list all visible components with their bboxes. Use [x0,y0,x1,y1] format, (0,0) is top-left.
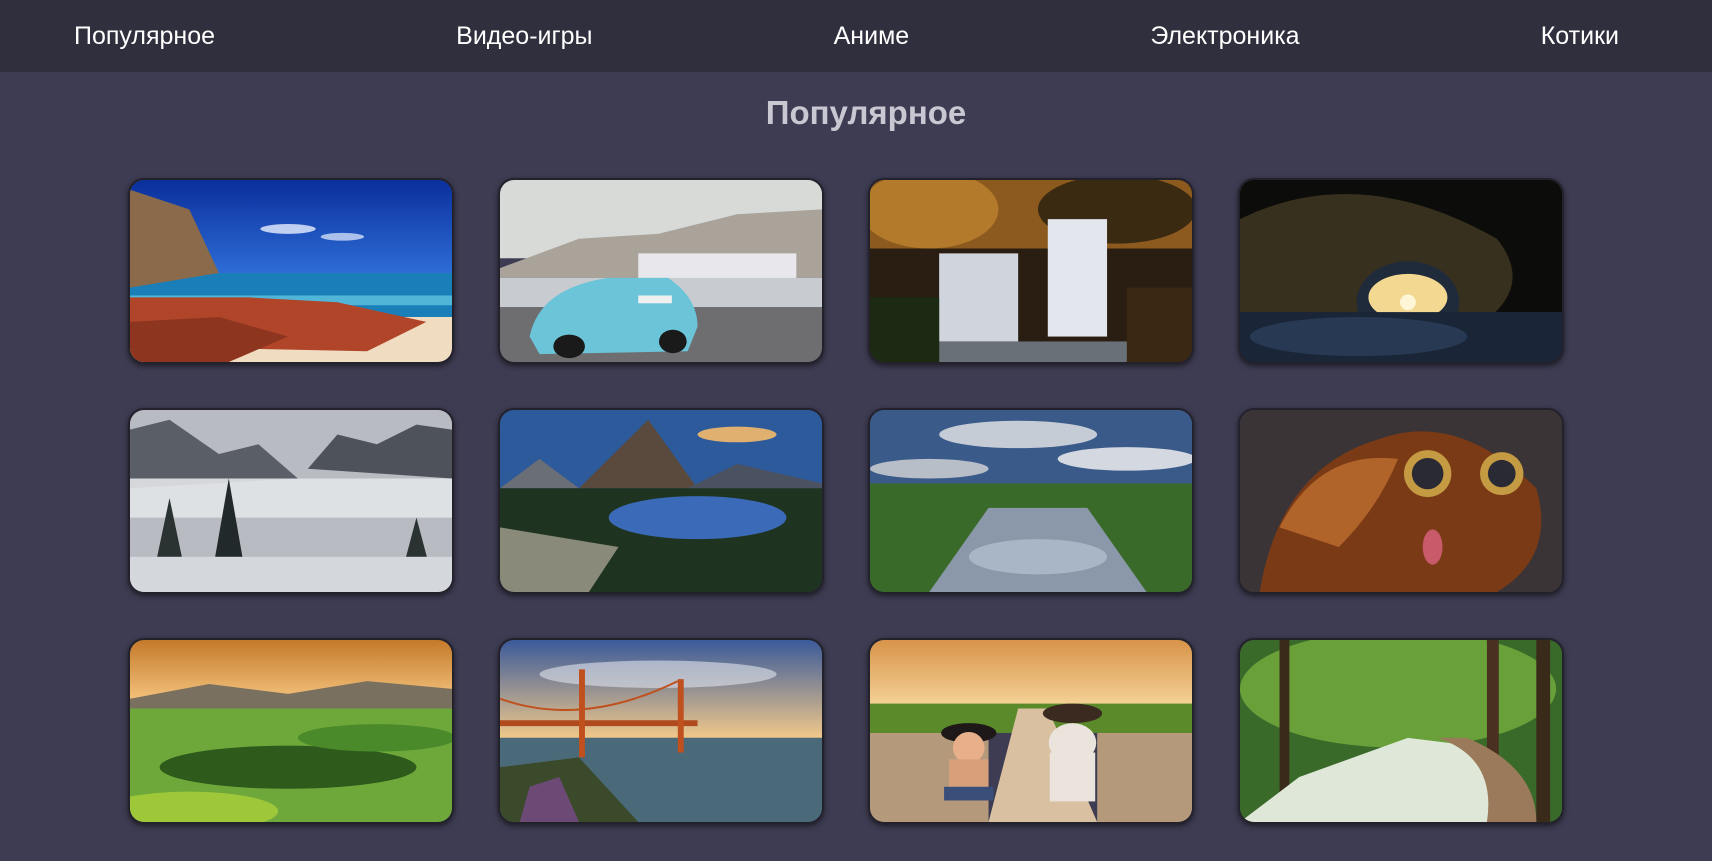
page-title: Популярное [765,94,967,131]
gallery-image-dog-sunglasses[interactable] [1238,408,1564,594]
nav-item-popular[interactable]: Популярное [74,22,215,51]
nav-item-video-games[interactable]: Видео-игры [456,22,592,51]
gallery-image-river[interactable] [868,408,1194,594]
gallery-image-baby-bulldog[interactable] [868,638,1194,824]
nav-item-anime[interactable]: Аниме [834,22,910,51]
gallery-image-golden-gate[interactable] [498,638,824,824]
nav-item-cats[interactable]: Котики [1541,22,1619,51]
gallery-image-sports-car[interactable] [498,178,824,364]
gallery-image-beach[interactable] [128,178,454,364]
nav-item-electronics[interactable]: Электроника [1150,22,1299,51]
gallery-image-mountain-lake[interactable] [498,408,824,594]
gallery-image-wave[interactable] [1238,178,1564,364]
gallery-image-forest-path[interactable] [1238,638,1564,824]
gallery-image-waterfall[interactable] [868,178,1194,364]
gallery-image-snowy-mountains[interactable] [128,408,454,594]
top-navigation: Популярное Видео-игры Аниме Электроника … [0,0,1712,72]
gallery-image-green-hills[interactable] [128,638,454,824]
image-gallery [128,178,1564,824]
